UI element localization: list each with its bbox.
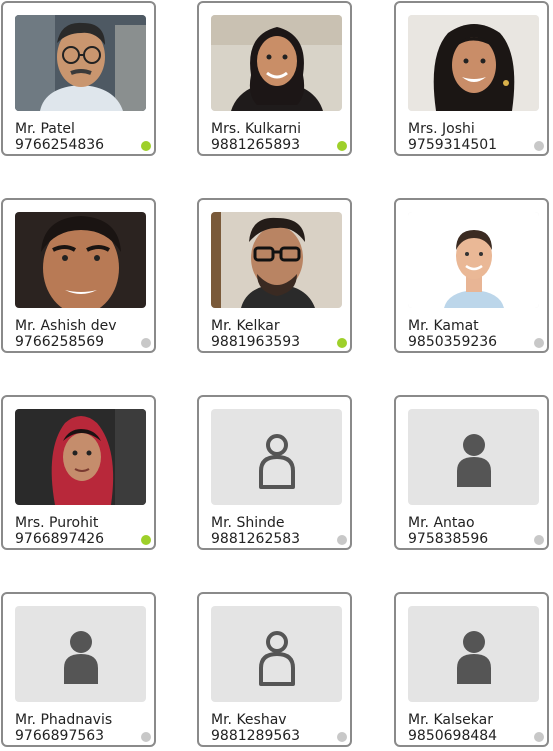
contact-card[interactable]: Mrs. Purohit 9766897426 — [1, 395, 156, 550]
user-filled-icon — [457, 434, 491, 487]
contact-phone: 9881289563 — [211, 728, 301, 744]
contact-phone: 9759314501 — [408, 137, 498, 153]
contact-name: Mr. Antao — [408, 515, 475, 531]
contact-card[interactable]: Mr. Kamat 9850359236 — [394, 198, 549, 353]
status-dot-offline — [534, 141, 544, 151]
contact-name: Mr. Ashish dev — [15, 318, 117, 334]
contact-photo — [408, 15, 539, 111]
avatar-placeholder — [211, 606, 342, 702]
contact-photo — [15, 409, 146, 505]
avatar-placeholder — [408, 606, 539, 702]
photo-woman-scarf-icon — [15, 409, 146, 505]
status-dot-online — [141, 535, 151, 545]
contact-phone: 9881262583 — [211, 531, 301, 547]
contact-phone: 9850698484 — [408, 728, 498, 744]
status-dot-offline — [534, 535, 544, 545]
photo-man-icon — [408, 212, 539, 308]
contact-name: Mrs. Joshi — [408, 121, 475, 137]
contact-card[interactable]: Mr. Phadnavis 9766897563 — [1, 592, 156, 747]
contact-name: Mrs. Kulkarni — [211, 121, 301, 137]
contact-photo — [211, 212, 342, 308]
contact-name: Mr. Shinde — [211, 515, 285, 531]
status-dot-offline — [141, 732, 151, 742]
contact-name: Mr. Kamat — [408, 318, 479, 334]
contact-card[interactable]: Mr. Shinde 9881262583 — [197, 395, 352, 550]
contact-phone: 975838596 — [408, 531, 489, 547]
contact-name: Mr. Keshav — [211, 712, 287, 728]
contact-card[interactable]: Mr. Kalsekar 9850698484 — [394, 592, 549, 747]
user-filled-icon — [457, 631, 491, 684]
contact-phone: 9766897426 — [15, 531, 105, 547]
contact-card[interactable]: Mr. Antao 975838596 — [394, 395, 549, 550]
contact-photo — [211, 15, 342, 111]
avatar-placeholder — [211, 409, 342, 505]
contact-card[interactable]: Mr. Keshav 9881289563 — [197, 592, 352, 747]
status-dot-online — [141, 141, 151, 151]
status-dot-offline — [534, 732, 544, 742]
contact-phone: 9881963593 — [211, 334, 301, 350]
contact-phone: 9766897563 — [15, 728, 105, 744]
photo-woman-smiling-icon — [211, 15, 342, 111]
status-dot-online — [337, 338, 347, 348]
contact-card[interactable]: Mrs. Kulkarni 9881265893 — [197, 1, 352, 156]
avatar-placeholder — [408, 409, 539, 505]
contact-phone: 9850359236 — [408, 334, 498, 350]
photo-man-glasses-icon — [15, 15, 146, 111]
contact-phone: 9766254836 — [15, 137, 105, 153]
contact-name: Mr. Kalsekar — [408, 712, 493, 728]
user-filled-icon — [64, 631, 98, 684]
contact-photo — [15, 15, 146, 111]
photo-man-glasses-icon — [211, 212, 342, 308]
contact-card[interactable]: Mr. Ashish dev 9766258569 — [1, 198, 156, 353]
avatar-placeholder — [15, 606, 146, 702]
contact-name: Mrs. Purohit — [15, 515, 99, 531]
user-outline-icon — [259, 631, 295, 686]
contact-photo — [408, 212, 539, 308]
user-outline-icon — [259, 434, 295, 489]
photo-man-icon — [15, 212, 146, 308]
status-dot-offline — [337, 732, 347, 742]
contact-name: Mr. Patel — [15, 121, 75, 137]
status-dot-online — [337, 141, 347, 151]
status-dot-offline — [337, 535, 347, 545]
status-dot-offline — [534, 338, 544, 348]
status-dot-offline — [141, 338, 151, 348]
contact-name: Mr. Kelkar — [211, 318, 280, 334]
contact-photo — [15, 212, 146, 308]
contact-card[interactable]: Mr. Patel 9766254836 — [1, 1, 156, 156]
contact-name: Mr. Phadnavis — [15, 712, 113, 728]
contact-card[interactable]: Mr. Kelkar 9881963593 — [197, 198, 352, 353]
contact-phone: 9766258569 — [15, 334, 105, 350]
photo-woman-smiling-icon — [408, 15, 539, 111]
contact-phone: 9881265893 — [211, 137, 301, 153]
contact-card[interactable]: Mrs. Joshi 9759314501 — [394, 1, 549, 156]
